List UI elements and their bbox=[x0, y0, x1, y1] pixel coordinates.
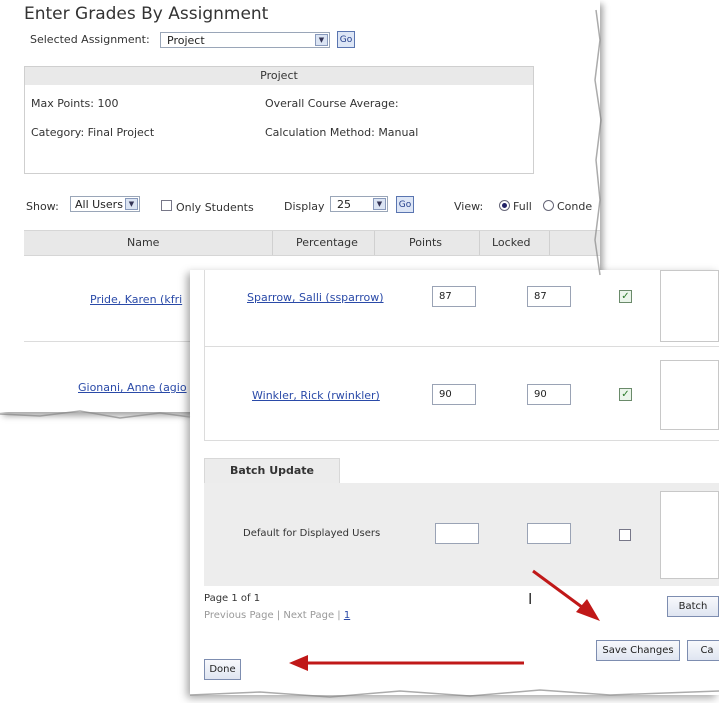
annotation-arrows bbox=[289, 569, 600, 671]
annotation-arrow-icon bbox=[532, 569, 600, 621]
annotation-arrow-icon bbox=[289, 655, 524, 671]
